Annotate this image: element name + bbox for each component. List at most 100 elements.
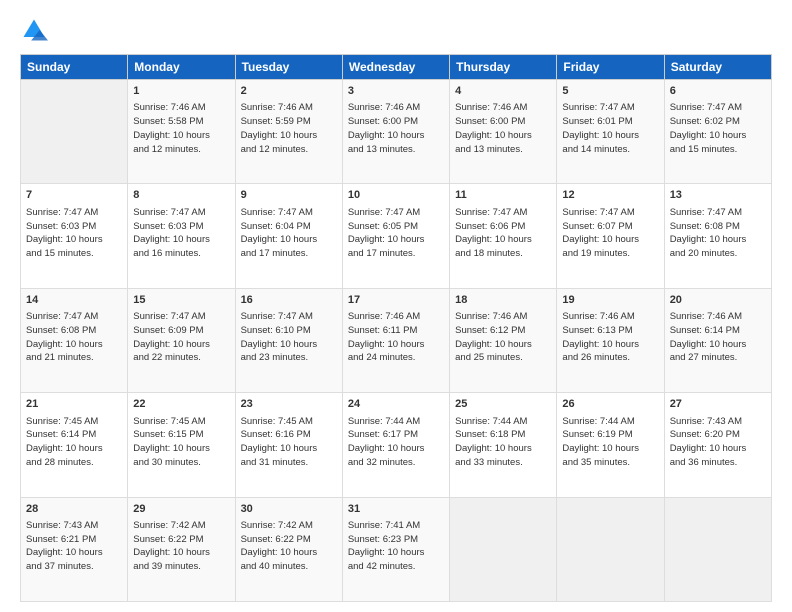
day-number: 22 — [133, 397, 229, 412]
logo-icon — [20, 16, 48, 44]
col-header-wednesday: Wednesday — [342, 55, 449, 80]
cell-info: Sunrise: 7:41 AMSunset: 6:23 PMDaylight:… — [348, 519, 444, 574]
cell-info: Sunrise: 7:43 AMSunset: 6:21 PMDaylight:… — [26, 519, 122, 574]
day-number: 10 — [348, 188, 444, 203]
col-header-tuesday: Tuesday — [235, 55, 342, 80]
col-header-friday: Friday — [557, 55, 664, 80]
day-number: 16 — [241, 293, 337, 308]
day-number: 5 — [562, 84, 658, 99]
cell-info: Sunrise: 7:47 AMSunset: 6:06 PMDaylight:… — [455, 206, 551, 261]
cell-info: Sunrise: 7:46 AMSunset: 6:14 PMDaylight:… — [670, 310, 766, 365]
calendar-cell — [664, 497, 771, 601]
calendar-cell: 9 Sunrise: 7:47 AMSunset: 6:04 PMDaylight… — [235, 184, 342, 288]
day-number: 6 — [670, 84, 766, 99]
day-number: 21 — [26, 397, 122, 412]
calendar-cell: 4 Sunrise: 7:46 AMSunset: 6:00 PMDaylight… — [450, 80, 557, 184]
cell-info: Sunrise: 7:42 AMSunset: 6:22 PMDaylight:… — [133, 519, 229, 574]
cell-info: Sunrise: 7:47 AMSunset: 6:04 PMDaylight:… — [241, 206, 337, 261]
calendar-cell: 12Sunrise: 7:47 AMSunset: 6:07 PMDayligh… — [557, 184, 664, 288]
calendar-cell: 11 Sunrise: 7:47 AMSunset: 6:06 PMDayligh… — [450, 184, 557, 288]
cell-info: Sunrise: 7:46 AMSunset: 6:12 PMDaylight:… — [455, 310, 551, 365]
week-row-1: 7 Sunrise: 7:47 AMSunset: 6:03 PMDaylight… — [21, 184, 772, 288]
day-number: 2 — [241, 84, 337, 99]
day-number: 13 — [670, 188, 766, 203]
calendar-cell: 27 Sunrise: 7:43 AMSunset: 6:20 PMDayligh… — [664, 393, 771, 497]
day-number: 17 — [348, 293, 444, 308]
cell-info: Sunrise: 7:44 AMSunset: 6:19 PMDaylight:… — [562, 415, 658, 470]
cell-info: Sunrise: 7:47 AMSunset: 6:03 PMDaylight:… — [133, 206, 229, 261]
day-number: 24 — [348, 397, 444, 412]
calendar-cell: 16 Sunrise: 7:47 AMSunset: 6:10 PMDayligh… — [235, 288, 342, 392]
calendar-table: SundayMondayTuesdayWednesdayThursdayFrid… — [20, 54, 772, 602]
cell-info: Sunrise: 7:45 AMSunset: 6:16 PMDaylight:… — [241, 415, 337, 470]
calendar-cell: 30Sunrise: 7:42 AMSunset: 6:22 PMDayligh… — [235, 497, 342, 601]
week-row-0: 1 Sunrise: 7:46 AMSunset: 5:58 PMDaylight… — [21, 80, 772, 184]
col-header-sunday: Sunday — [21, 55, 128, 80]
cell-info: Sunrise: 7:45 AMSunset: 6:15 PMDaylight:… — [133, 415, 229, 470]
day-number: 27 — [670, 397, 766, 412]
cell-info: Sunrise: 7:46 AMSunset: 6:13 PMDaylight:… — [562, 310, 658, 365]
day-number: 8 — [133, 188, 229, 203]
week-row-2: 14 Sunrise: 7:47 AMSunset: 6:08 PMDayligh… — [21, 288, 772, 392]
day-number: 23 — [241, 397, 337, 412]
cell-info: Sunrise: 7:47 AMSunset: 6:08 PMDaylight:… — [670, 206, 766, 261]
calendar-cell: 28Sunrise: 7:43 AMSunset: 6:21 PMDayligh… — [21, 497, 128, 601]
calendar-cell: 17Sunrise: 7:46 AMSunset: 6:11 PMDayligh… — [342, 288, 449, 392]
col-header-saturday: Saturday — [664, 55, 771, 80]
calendar-cell: 13 Sunrise: 7:47 AMSunset: 6:08 PMDayligh… — [664, 184, 771, 288]
calendar-cell: 22 Sunrise: 7:45 AMSunset: 6:15 PMDayligh… — [128, 393, 235, 497]
calendar-cell: 15 Sunrise: 7:47 AMSunset: 6:09 PMDayligh… — [128, 288, 235, 392]
calendar-cell: 2 Sunrise: 7:46 AMSunset: 5:59 PMDaylight… — [235, 80, 342, 184]
day-number: 26 — [562, 397, 658, 412]
calendar-cell: 25 Sunrise: 7:44 AMSunset: 6:18 PMDayligh… — [450, 393, 557, 497]
day-number: 25 — [455, 397, 551, 412]
calendar-cell: 20Sunrise: 7:46 AMSunset: 6:14 PMDayligh… — [664, 288, 771, 392]
calendar-cell: 23 Sunrise: 7:45 AMSunset: 6:16 PMDayligh… — [235, 393, 342, 497]
calendar-cell: 5 Sunrise: 7:47 AMSunset: 6:01 PMDaylight… — [557, 80, 664, 184]
cell-info: Sunrise: 7:46 AMSunset: 6:00 PMDaylight:… — [455, 101, 551, 156]
logo — [20, 16, 50, 44]
cell-info: Sunrise: 7:47 AMSunset: 6:03 PMDaylight:… — [26, 206, 122, 261]
calendar-cell — [450, 497, 557, 601]
cell-info: Sunrise: 7:44 AMSunset: 6:18 PMDaylight:… — [455, 415, 551, 470]
calendar-cell: 18 Sunrise: 7:46 AMSunset: 6:12 PMDayligh… — [450, 288, 557, 392]
cell-info: Sunrise: 7:47 AMSunset: 6:09 PMDaylight:… — [133, 310, 229, 365]
col-header-monday: Monday — [128, 55, 235, 80]
day-number: 3 — [348, 84, 444, 99]
day-number: 29 — [133, 502, 229, 517]
col-header-thursday: Thursday — [450, 55, 557, 80]
cell-info: Sunrise: 7:47 AMSunset: 6:05 PMDaylight:… — [348, 206, 444, 261]
calendar-cell: 29 Sunrise: 7:42 AMSunset: 6:22 PMDayligh… — [128, 497, 235, 601]
day-number: 9 — [241, 188, 337, 203]
day-number: 11 — [455, 188, 551, 203]
calendar-cell — [21, 80, 128, 184]
header-row: SundayMondayTuesdayWednesdayThursdayFrid… — [21, 55, 772, 80]
day-number: 31 — [348, 502, 444, 517]
week-row-3: 21Sunrise: 7:45 AMSunset: 6:14 PMDayligh… — [21, 393, 772, 497]
calendar-cell: 26 Sunrise: 7:44 AMSunset: 6:19 PMDayligh… — [557, 393, 664, 497]
day-number: 18 — [455, 293, 551, 308]
cell-info: Sunrise: 7:42 AMSunset: 6:22 PMDaylight:… — [241, 519, 337, 574]
calendar-cell: 31 Sunrise: 7:41 AMSunset: 6:23 PMDayligh… — [342, 497, 449, 601]
calendar-cell: 6 Sunrise: 7:47 AMSunset: 6:02 PMDaylight… — [664, 80, 771, 184]
day-number: 7 — [26, 188, 122, 203]
cell-info: Sunrise: 7:47 AMSunset: 6:02 PMDaylight:… — [670, 101, 766, 156]
cell-info: Sunrise: 7:46 AMSunset: 5:59 PMDaylight:… — [241, 101, 337, 156]
day-number: 14 — [26, 293, 122, 308]
cell-info: Sunrise: 7:47 AMSunset: 6:08 PMDaylight:… — [26, 310, 122, 365]
calendar-cell: 7 Sunrise: 7:47 AMSunset: 6:03 PMDaylight… — [21, 184, 128, 288]
header — [20, 16, 772, 44]
week-row-4: 28Sunrise: 7:43 AMSunset: 6:21 PMDayligh… — [21, 497, 772, 601]
day-number: 15 — [133, 293, 229, 308]
day-number: 1 — [133, 84, 229, 99]
cell-info: Sunrise: 7:47 AMSunset: 6:01 PMDaylight:… — [562, 101, 658, 156]
cell-info: Sunrise: 7:47 AMSunset: 6:07 PMDaylight:… — [562, 206, 658, 261]
calendar-cell: 24Sunrise: 7:44 AMSunset: 6:17 PMDayligh… — [342, 393, 449, 497]
cell-info: Sunrise: 7:46 AMSunset: 5:58 PMDaylight:… — [133, 101, 229, 156]
calendar-cell: 10 Sunrise: 7:47 AMSunset: 6:05 PMDayligh… — [342, 184, 449, 288]
cell-info: Sunrise: 7:43 AMSunset: 6:20 PMDaylight:… — [670, 415, 766, 470]
calendar-cell — [557, 497, 664, 601]
day-number: 4 — [455, 84, 551, 99]
cell-info: Sunrise: 7:47 AMSunset: 6:10 PMDaylight:… — [241, 310, 337, 365]
calendar-cell: 8 Sunrise: 7:47 AMSunset: 6:03 PMDaylight… — [128, 184, 235, 288]
